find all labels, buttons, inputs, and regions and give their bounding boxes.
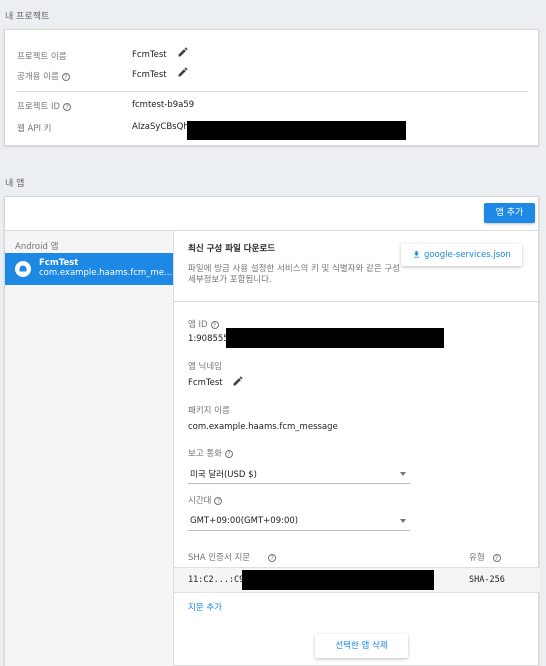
help-icon[interactable]: ? (61, 72, 70, 81)
apps-card: 앱 추가 Android 앱 FcmTest com.example.haams… (4, 196, 540, 666)
timezone-select[interactable]: GMT+09:00(GMT+09:00) (188, 511, 410, 531)
download-icon (414, 251, 420, 258)
package-name-value: com.example.haams.fcm_message (188, 422, 338, 432)
project-section-title: 내 프로젝트 (5, 12, 50, 22)
public-name-value: FcmTest (132, 70, 167, 80)
help-icon[interactable]: ? (224, 449, 233, 458)
android-apps-group-label: Android 앱 (15, 242, 59, 252)
currency-select[interactable]: 미국 달러(USD $) (188, 464, 410, 484)
nickname-label: 앱 닉네임 (188, 362, 222, 372)
help-icon[interactable]: ? (63, 102, 72, 111)
currency-selected-value: 미국 달러(USD $) (190, 470, 257, 480)
web-api-key-label: 웹 API 키 (17, 124, 52, 134)
app-package: com.example.haams.fcm_me... (39, 268, 173, 278)
help-icon[interactable]: ? (268, 553, 277, 562)
help-icon[interactable]: ? (214, 496, 223, 505)
web-api-key-value: AIzaSyCBsQh (132, 122, 189, 132)
app-id-value: 1:908555 (188, 334, 229, 344)
download-button-label: google-services.json (423, 250, 511, 260)
divider (17, 91, 527, 92)
add-app-button[interactable]: 앱 추가 (484, 203, 535, 223)
app-name: FcmTest (39, 258, 79, 268)
pencil-icon[interactable] (232, 375, 244, 387)
package-name-label: 패키지 이름 (188, 406, 230, 416)
project-name-value: FcmTest (132, 50, 167, 60)
project-name-label: 프로젝트 이름 (17, 52, 67, 62)
download-config-title: 최신 구성 파일 다운로드 (188, 244, 276, 254)
project-card: 프로젝트 이름 FcmTest 공개용 이름? FcmTest 프로젝트 ID?… (4, 29, 539, 146)
download-config-desc: 파일에 방금 사용 설정한 서비스의 키 및 식별자와 같은 구성 세부정보가 … (188, 264, 400, 285)
sha-type: SHA-256 (469, 575, 505, 585)
pencil-icon[interactable] (177, 66, 189, 78)
app-id-label: 앱 ID? (188, 318, 219, 330)
download-google-services-button[interactable]: google-services.json (401, 244, 522, 266)
sha-row: 11:C2...:C9 SHA-256 (174, 567, 540, 593)
project-id-value: fcmtest-b9a59 (132, 100, 195, 110)
app-sidebar: Android 앱 FcmTest com.example.haams.fcm_… (5, 231, 174, 666)
nickname-value: FcmTest (188, 378, 223, 388)
currency-label: 보고 통화? (188, 447, 233, 459)
sha-value: 11:C2...:C9 (188, 575, 245, 585)
project-id-label: 프로젝트 ID? (17, 100, 72, 112)
pencil-icon[interactable] (177, 46, 189, 58)
timezone-selected-value: GMT+09:00(GMT+09:00) (190, 516, 299, 526)
public-name-label: 공개용 이름? (17, 70, 70, 82)
delete-app-button[interactable]: 선택한 앱 삭제 (315, 634, 408, 658)
sidebar-item-fcmtest[interactable]: FcmTest com.example.haams.fcm_me... (5, 253, 173, 285)
divider (174, 301, 540, 302)
redacted-block (187, 121, 406, 140)
timezone-label: 시간대? (188, 494, 223, 506)
android-icon (15, 261, 31, 277)
add-fingerprint-link[interactable]: 지문 추가 (188, 601, 222, 613)
chevron-down-icon (400, 519, 406, 523)
chevron-down-icon (400, 472, 406, 476)
help-icon[interactable]: ? (210, 320, 219, 329)
sha-header: SHA 인증서 지문? (188, 551, 277, 563)
type-header: 유형? (469, 551, 501, 563)
help-icon[interactable]: ? (492, 553, 501, 562)
redacted-block (226, 328, 444, 348)
apps-section-title: 내 앱 (5, 179, 25, 189)
redacted-block (242, 570, 434, 590)
